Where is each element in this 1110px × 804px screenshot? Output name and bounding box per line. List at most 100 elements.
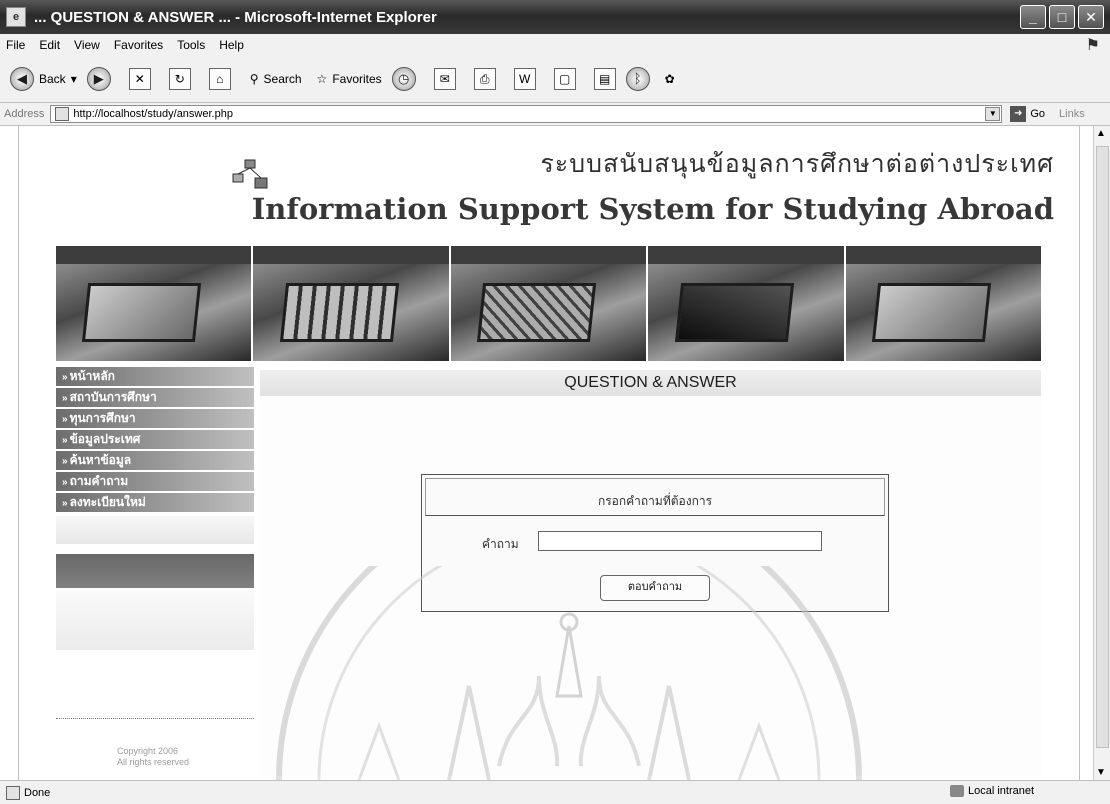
nav-item-register[interactable]: » ลงทะเบียนใหม่ (56, 493, 254, 512)
chevron-right-icon: » (62, 393, 68, 404)
question-form-header: กรอกคำถามที่ต้องการ (425, 478, 885, 516)
address-input[interactable]: http://localhost/study/answer.php ▼ (50, 105, 1003, 123)
nav-item-institutes[interactable]: » สถาบันการศึกษา (56, 388, 254, 407)
scroll-down-icon[interactable]: ▼ (1096, 767, 1106, 778)
minimize-button[interactable]: _ (1020, 5, 1046, 29)
discuss-icon: ▢ (553, 68, 576, 90)
menu-edit[interactable]: Edit (39, 38, 60, 52)
edit-button[interactable]: W (506, 68, 536, 90)
chevron-right-icon: » (62, 477, 68, 488)
banner-photo-monitor (845, 246, 1042, 361)
menu-help[interactable]: Help (219, 38, 244, 52)
menu-view[interactable]: View (74, 38, 100, 52)
browser-toolbar: ◀ Back ▾ ▶ ✕ ↻ ⌂ ⚲ Search ☆ Favorites ◷ … (0, 56, 1110, 103)
print-icon: ⎙ (473, 68, 496, 90)
search-button[interactable]: ⚲ Search (245, 72, 302, 86)
refresh-button[interactable]: ↻ (161, 68, 191, 90)
question-row: คำถาม (422, 529, 888, 555)
word-edit-icon: W (513, 68, 536, 90)
nav-item-label: ถามคำถาม (69, 474, 129, 488)
research-button[interactable]: ▤ (586, 68, 616, 90)
copyright-line-1: Copyright 2006 (117, 746, 179, 756)
forward-button[interactable]: ▶ (86, 67, 111, 91)
window-title-bar: e ... QUESTION & ANSWER ... - Microsoft-… (0, 0, 1110, 34)
favorites-button[interactable]: ☆ Favorites (312, 72, 382, 86)
favorites-star-icon: ☆ (316, 72, 328, 86)
go-label: Go (1030, 108, 1046, 120)
address-label: Address (4, 108, 45, 120)
nav-item-home[interactable]: » หน้าหลัก (56, 367, 254, 386)
address-url: http://localhost/study/answer.php (73, 108, 233, 120)
sidebar-dark-band (56, 554, 254, 588)
nav-item-label: หน้าหลัก (69, 369, 115, 383)
nav-item-scholarships[interactable]: » ทุนการศึกษา (56, 409, 254, 428)
chevron-right-icon: » (62, 435, 68, 446)
bluetooth-icon: ᛒ (625, 67, 650, 91)
menu-tools[interactable]: Tools (177, 38, 205, 52)
close-button[interactable]: ✕ (1078, 5, 1104, 29)
chevron-right-icon: » (62, 456, 68, 467)
banner-photo-keyboard (450, 246, 647, 361)
menu-bar: File Edit View Favorites Tools Help ⚑ (0, 34, 1110, 56)
sidebar-gray-panel (56, 590, 254, 650)
mail-icon: ✉ (433, 68, 456, 90)
question-form: กรอกคำถามที่ต้องการ คำถาม ตอบคำถาม (421, 474, 889, 612)
discuss-button[interactable]: ▢ (546, 68, 576, 90)
mail-button[interactable]: ✉ (426, 68, 456, 90)
scroll-up-icon[interactable]: ▲ (1096, 128, 1106, 139)
banner-photo-computer (56, 246, 252, 361)
back-label: Back (39, 72, 66, 86)
nav-item-countries[interactable]: » ข้อมูลประเทศ (56, 430, 254, 449)
section-title: QUESTION & ANSWER (260, 370, 1041, 396)
nav-item-search[interactable]: » ค้นหาข้อมูล (56, 451, 254, 470)
zone-label: Local intranet (968, 785, 1035, 797)
messenger-icon: ✿ (664, 72, 675, 86)
print-button[interactable]: ⎙ (466, 68, 496, 90)
window-controls: _ □ ✕ (1020, 5, 1104, 29)
vertical-scrollbar[interactable]: ▲ ▼ (1093, 126, 1110, 780)
status-bar: Done Local intranet (0, 780, 1110, 804)
answer-submit-button[interactable]: ตอบคำถาม (600, 575, 710, 601)
home-button[interactable]: ⌂ (201, 68, 231, 90)
nav-item-label: ข้อมูลประเทศ (69, 432, 141, 446)
intranet-zone-icon (950, 785, 964, 797)
ie-app-icon[interactable]: e (6, 7, 26, 27)
messenger-button[interactable]: ✿ (660, 72, 675, 86)
question-input[interactable] (538, 531, 822, 551)
search-label: Search (263, 72, 302, 86)
question-label: คำถาม (482, 537, 519, 551)
address-bar: Address http://localhost/study/answer.ph… (0, 103, 1110, 126)
bluetooth-button[interactable]: ᛒ (625, 67, 650, 91)
menu-file[interactable]: File (6, 38, 25, 52)
nav-item-ask-question[interactable]: » ถามคำถาม (56, 472, 254, 491)
page-viewport: ระบบสนับสนุนข้อมูลการศึกษาต่อต่างประเทศ … (0, 126, 1094, 780)
sidebar-divider (56, 718, 254, 719)
back-dropdown-icon: ▾ (70, 72, 77, 86)
address-dropdown-icon[interactable]: ▼ (985, 107, 1001, 121)
maximize-button[interactable]: □ (1049, 5, 1075, 29)
page-icon (55, 107, 70, 121)
go-arrow-icon: ➜ (1010, 106, 1027, 122)
site-title-english: Information Support System for Studying … (251, 192, 1054, 226)
research-book-icon: ▤ (593, 68, 616, 90)
nav-item-label: ค้นหาข้อมูล (69, 453, 132, 467)
banner-photo-laptop (648, 246, 844, 361)
menu-favorites[interactable]: Favorites (114, 38, 163, 52)
back-button[interactable]: ◀ Back ▾ (10, 67, 77, 91)
favorites-label: Favorites (332, 72, 382, 86)
stop-button[interactable]: ✕ (121, 68, 151, 90)
links-button[interactable]: Links (1059, 108, 1085, 120)
history-icon: ◷ (391, 67, 416, 91)
page-done-icon (6, 785, 20, 800)
windows-flag-icon: ⚑ (1085, 37, 1100, 54)
scroll-thumb[interactable] (1096, 146, 1109, 748)
history-button[interactable]: ◷ (391, 67, 416, 91)
nav-item-label: ทุนการศึกษา (69, 411, 136, 425)
go-button[interactable]: ➜ Go (1010, 106, 1045, 122)
chevron-right-icon: » (62, 372, 68, 383)
stop-icon: ✕ (128, 68, 151, 90)
page-frame: ระบบสนับสนุนข้อมูลการศึกษาต่อต่างประเทศ … (18, 126, 1080, 780)
window-title: ... QUESTION & ANSWER ... - Microsoft-In… (34, 8, 437, 26)
nav-item-label: สถาบันการศึกษา (69, 390, 157, 404)
header-banner (56, 246, 1042, 361)
